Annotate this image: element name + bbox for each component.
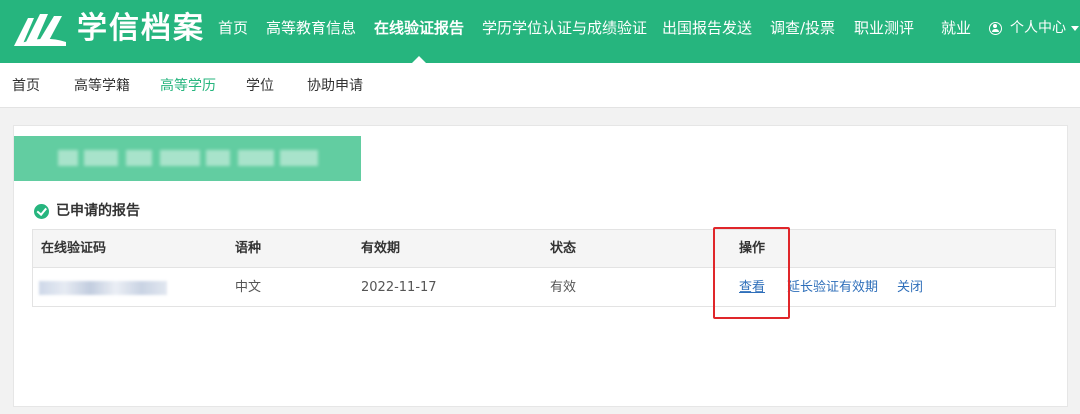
- nav-employment[interactable]: 就业: [941, 18, 971, 38]
- check-circle-icon: [34, 203, 49, 219]
- brand-title[interactable]: 学信档案: [77, 11, 205, 47]
- column-header-status: 状态: [550, 241, 577, 256]
- extend-validity-link[interactable]: 延长验证有效期: [787, 279, 878, 297]
- logo-icon[interactable]: [12, 12, 68, 48]
- content-panel: 已申请的报告 在线验证码 语种 有效期 状态 操作 中文 2022-11-17 …: [13, 125, 1068, 407]
- subnav-education[interactable]: 高等学历: [160, 77, 216, 95]
- column-header-expiry: 有效期: [361, 241, 401, 256]
- masked-verification-code: [39, 281, 167, 295]
- reports-table: 在线验证码 语种 有效期 状态 操作 中文 2022-11-17 有效 查看 延…: [32, 229, 1056, 307]
- subnav-home[interactable]: 首页: [12, 77, 40, 95]
- user-center-menu[interactable]: 个人中心: [989, 18, 1079, 38]
- column-header-language: 语种: [235, 241, 262, 256]
- nav-survey-vote[interactable]: 调查/投票: [770, 18, 835, 38]
- chevron-down-icon: [1071, 25, 1079, 31]
- nav-career-assessment[interactable]: 职业测评: [854, 18, 914, 38]
- subnav-degree[interactable]: 学位: [246, 77, 274, 95]
- section-title: 已申请的报告: [34, 202, 140, 220]
- subnav-enrollment[interactable]: 高等学籍: [74, 77, 130, 95]
- nav-degree-certification[interactable]: 学历学位认证与成绩验证: [482, 18, 647, 38]
- sub-navigation: 首页 高等学籍 高等学历 学位 协助申请: [0, 63, 1080, 108]
- cell-status: 有效: [550, 280, 577, 295]
- close-report-link[interactable]: 关闭: [897, 279, 923, 297]
- annotation-highlight-box: [713, 227, 790, 319]
- nav-home[interactable]: 首页: [218, 18, 248, 38]
- column-header-verification-code: 在线验证码: [41, 241, 107, 256]
- active-nav-indicator: [412, 56, 426, 63]
- user-center-label: 个人中心: [1010, 20, 1066, 36]
- blurred-banner: [14, 136, 361, 181]
- subnav-assist-application[interactable]: 协助申请: [307, 77, 363, 95]
- nav-online-verification-report[interactable]: 在线验证报告: [374, 18, 464, 38]
- user-icon: [989, 21, 1002, 35]
- table-header: [33, 230, 1055, 268]
- cell-expiry: 2022-11-17: [361, 280, 437, 295]
- nav-overseas-report[interactable]: 出国报告发送: [662, 18, 752, 38]
- nav-higher-education-info[interactable]: 高等教育信息: [266, 18, 356, 38]
- top-header: 学信档案 首页 高等教育信息 在线验证报告 学历学位认证与成绩验证 出国报告发送…: [0, 0, 1080, 63]
- section-title-label: 已申请的报告: [56, 203, 140, 219]
- cell-language: 中文: [235, 280, 262, 295]
